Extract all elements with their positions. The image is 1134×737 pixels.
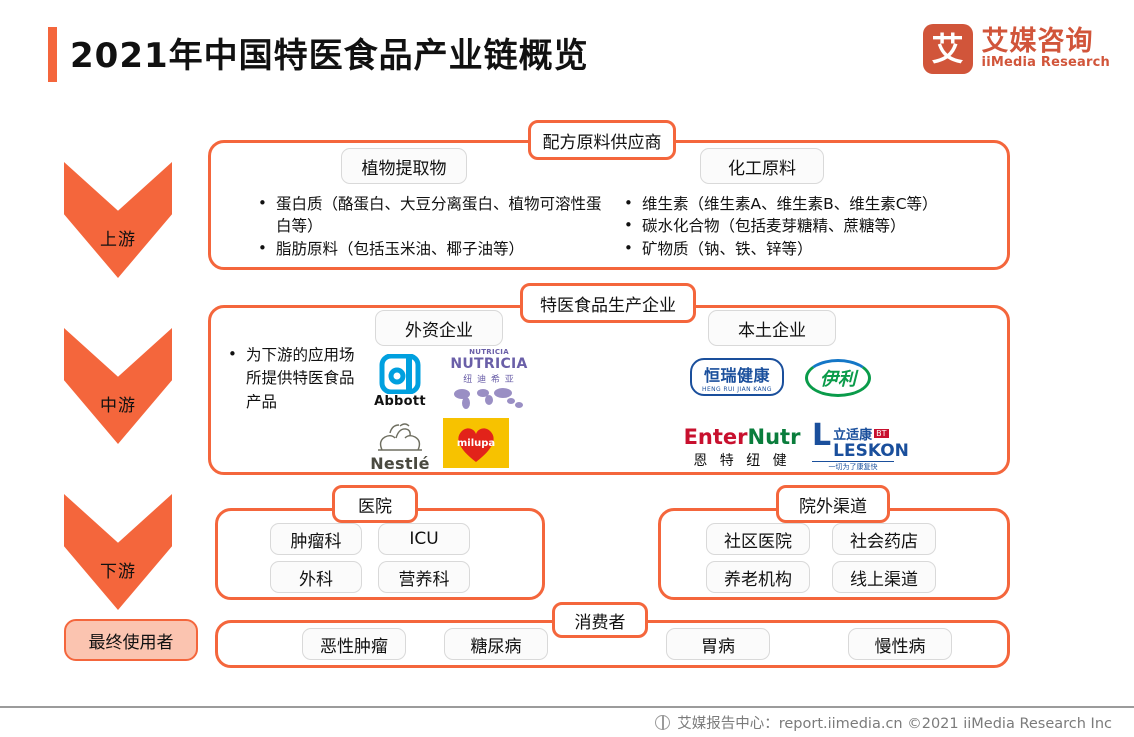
brand-caption: 伊利	[820, 369, 856, 390]
hospital-item-icu[interactable]: ICU	[378, 523, 470, 555]
brand-caption: 恒瑞健康	[703, 366, 770, 385]
list-item: • 碳水化合物（包括麦芽糖精、蔗糖等）	[624, 215, 996, 237]
offsite-item-online-channel[interactable]: 线上渠道	[832, 561, 936, 593]
stage-arrow-midstream: 中游	[64, 328, 172, 444]
title-accent-bar	[48, 27, 57, 82]
offsite-badge: 院外渠道	[776, 485, 890, 523]
offsite-item-elderly-care[interactable]: 养老机构	[706, 561, 810, 593]
abbott-icon	[379, 353, 421, 394]
bullet-text: 为下游的应用场所提供特医食品产品	[246, 346, 355, 411]
world-map-icon	[454, 387, 523, 409]
bullet-text: 矿物质（钠、铁、锌等）	[642, 239, 813, 258]
brand-subcaption: 纽 迪 希 亚	[463, 374, 515, 385]
logo-text: 艾媒咨询 iiMedia Research	[981, 25, 1110, 71]
page-title: 2021年中国特医食品产业链概览	[70, 36, 589, 76]
brand-caption: LESKON	[833, 441, 909, 461]
upstream-tag-plant-extract: 植物提取物	[341, 148, 467, 184]
brand-logo-yili: 伊利	[800, 355, 876, 401]
consumer-item-cancer[interactable]: 恶性肿瘤	[302, 628, 406, 660]
logo-title-cn: 艾媒咨询	[981, 25, 1094, 57]
midstream-tag-domestic: 本土企业	[708, 310, 836, 346]
brand-caption-top: NUTRICIA	[469, 347, 509, 356]
stage-label-downstream: 下游	[100, 562, 136, 582]
hospital-item-surgery[interactable]: 外科	[270, 561, 362, 593]
footer: 艾媒报告中心：report.iimedia.cn ©2021 iiMedia R…	[655, 712, 1112, 733]
footer-text: 艾媒报告中心：report.iimedia.cn ©2021 iiMedia R…	[677, 716, 1112, 732]
midstream-badge: 特医食品生产企业	[520, 283, 696, 323]
upstream-tag-chemical: 化工原料	[700, 148, 824, 184]
logo-title-en: iiMedia Research	[981, 55, 1110, 71]
midstream-tag-foreign: 外资企业	[375, 310, 503, 346]
stage-label-midstream: 中游	[100, 396, 136, 416]
iimedia-logo: 艾 艾媒咨询 iiMedia Research	[922, 24, 1110, 74]
stage-arrow-upstream: 上游	[64, 162, 172, 278]
midstream-bullets: • 为下游的应用场所提供特医食品产品	[228, 344, 358, 414]
consumer-item-gastric[interactable]: 胃病	[666, 628, 770, 660]
page-header: 2021年中国特医食品产业链概览 艾 艾媒咨询 iiMedia Research	[0, 0, 1134, 100]
footer-divider	[0, 706, 1134, 708]
brand-logo-hengrui: 恒瑞健康 HENG RUI JIAN KANG	[682, 352, 792, 402]
brand-subcaption: HENG RUI JIAN KANG	[702, 386, 772, 393]
brand-caption: Abbott	[374, 393, 426, 409]
offsite-item-community-hospital[interactable]: 社区医院	[706, 523, 810, 555]
hospital-item-oncology[interactable]: 肿瘤科	[270, 523, 362, 555]
bullet-text: 蛋白质（酪蛋白、大豆分离蛋白、植物可溶性蛋白等）	[276, 195, 602, 236]
heart-icon: milupa	[457, 428, 495, 462]
upstream-left-bullets: • 蛋白质（酪蛋白、大豆分离蛋白、植物可溶性蛋白等） • 脂肪原料（包括玉米油、…	[258, 193, 616, 260]
brand-caption: NUTRICIA	[450, 355, 528, 372]
upstream-badge: 配方原料供应商	[528, 120, 676, 160]
bullet-icon: •	[228, 345, 237, 363]
brand-tagline: 一切为了康复快	[812, 461, 894, 472]
bullet-text: 脂肪原料（包括玉米油、椰子油等）	[276, 239, 525, 258]
list-item: • 为下游的应用场所提供特医食品产品	[228, 344, 358, 414]
bullet-icon: •	[624, 238, 633, 257]
list-item: • 矿物质（钠、铁、锌等）	[624, 238, 996, 260]
bullet-text: 维生素（维生素A、维生素B、维生素C等）	[642, 195, 938, 213]
offsite-item-pharmacy[interactable]: 社会药店	[832, 523, 936, 555]
globe-icon	[655, 715, 671, 730]
logo-mark-icon: 艾	[922, 24, 973, 74]
nest-birds-icon	[378, 422, 422, 451]
brand-logo-leskon: L 立适康 BT LESKON 一切为了康复快	[812, 418, 909, 472]
consumer-badge: 消费者	[552, 602, 648, 638]
bullet-icon: •	[624, 216, 633, 235]
hospital-badge: 医院	[332, 485, 418, 523]
brand-logo-nutricia: NUTRICIA NUTRICIA 纽 迪 希 亚	[443, 342, 535, 416]
bullet-icon: •	[624, 194, 633, 212]
brand-logo-nestle: Nestlé	[362, 418, 438, 474]
stage-label-upstream: 上游	[100, 230, 136, 250]
list-item: • 脂肪原料（包括玉米油、椰子油等）	[258, 238, 616, 260]
end-user-box: 最终使用者	[64, 619, 198, 661]
bullet-icon: •	[258, 194, 267, 212]
list-item: • 维生素（维生素A、维生素B、维生素C等）	[624, 193, 996, 215]
upstream-right-bullets: • 维生素（维生素A、维生素B、维生素C等） • 碳水化合物（包括麦芽糖精、蔗糖…	[624, 193, 996, 260]
list-item: • 蛋白质（酪蛋白、大豆分离蛋白、植物可溶性蛋白等）	[258, 193, 616, 238]
brand-caption: Nestlé	[370, 453, 430, 473]
brand-logo-abbott: Abbott	[366, 350, 434, 412]
bullet-text: 碳水化合物（包括麦芽糖精、蔗糖等）	[642, 217, 906, 236]
brand-subcaption: 恩 特 纽 健	[693, 452, 791, 469]
svg-text:milupa: milupa	[457, 438, 495, 449]
consumer-item-diabetes[interactable]: 糖尿病	[444, 628, 548, 660]
bullet-icon: •	[258, 238, 267, 257]
stage-arrow-downstream: 下游	[64, 494, 172, 610]
brand-logo-enternutr: EnterNutr 恩 特 纽 健	[683, 425, 801, 469]
hospital-item-nutrition[interactable]: 营养科	[378, 561, 470, 593]
consumer-item-chronic[interactable]: 慢性病	[848, 628, 952, 660]
brand-logo-milupa: milupa	[443, 418, 509, 468]
